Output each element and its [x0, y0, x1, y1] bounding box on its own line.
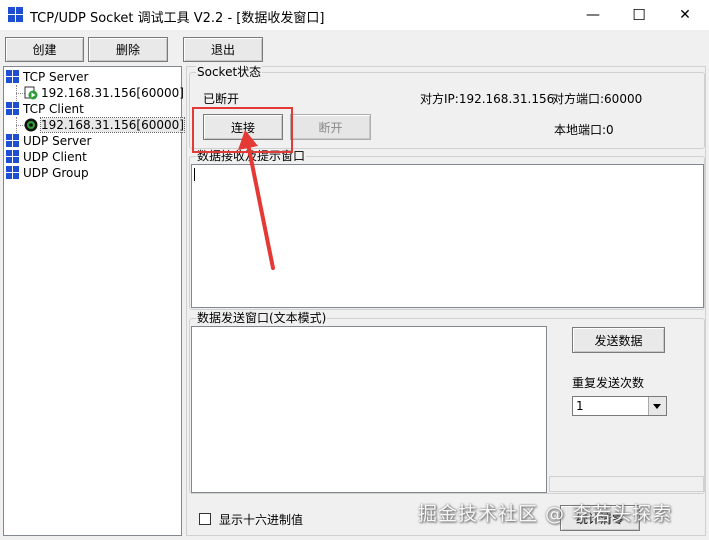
tree-item-tcp-server[interactable]: TCP Server	[6, 69, 88, 85]
server-connection-icon	[24, 86, 38, 100]
tree-item-client-connection[interactable]: 192.168.31.156[60000]	[24, 117, 185, 133]
window-title: TCP/UDP Socket 调试工具 V2.2 - [数据收发窗口]	[30, 11, 325, 26]
hex-display-checkbox[interactable]	[199, 513, 211, 525]
local-port: 本地端口:0	[554, 123, 614, 137]
send-textarea[interactable]	[191, 326, 547, 493]
tree-item-server-connection[interactable]: 192.168.31.156[60000]	[24, 85, 184, 101]
tree-item-tcp-client[interactable]: TCP Client	[6, 101, 84, 117]
udp-group-icon	[6, 166, 20, 180]
connection-tree[interactable]: TCP Server 192.168.31.156[60000] TCP Cli…	[3, 66, 185, 536]
socket-status-label: Socket状态	[196, 65, 263, 79]
tree-item-udp-server[interactable]: UDP Server	[6, 133, 91, 149]
hex-display-label: 显示十六进制值	[219, 513, 304, 527]
delete-button[interactable]: 删除	[88, 37, 168, 62]
tcp-server-icon	[6, 70, 20, 84]
tree-item-label: 192.168.31.156[60000]	[41, 86, 184, 100]
disconnect-button[interactable]: 断开	[290, 114, 371, 140]
exit-button[interactable]: 退出	[183, 37, 263, 62]
title-bar: TCP/UDP Socket 调试工具 V2.2 - [数据收发窗口] — ☐ …	[0, 0, 709, 30]
connection-state: 已断开	[203, 92, 240, 106]
send-data-button[interactable]: 发送数据	[572, 327, 665, 353]
app-icon	[8, 7, 24, 23]
tree-item-label: UDP Client	[23, 150, 87, 164]
minimize-button[interactable]: —	[570, 0, 616, 30]
udp-client-icon	[6, 150, 20, 164]
tree-item-label: 192.168.31.156[60000]	[40, 117, 185, 133]
tree-item-label: TCP Server	[23, 70, 89, 84]
repeat-count-label: 重复发送次数	[572, 376, 645, 390]
tree-item-label: UDP Server	[23, 134, 92, 148]
tree-item-label: TCP Client	[23, 102, 84, 116]
text-cursor	[194, 168, 195, 181]
repeat-count-select[interactable]: 1	[572, 396, 667, 416]
tree-item-udp-client[interactable]: UDP Client	[6, 149, 87, 165]
send-group-label: 数据发送窗口(文本模式)	[196, 311, 328, 325]
udp-server-icon	[6, 134, 20, 148]
repeat-count-value: 1	[576, 399, 584, 413]
watermark-text: 掘金技术社区 @ 李若头探索	[418, 503, 673, 525]
remote-port: 对方端口:60000	[552, 92, 643, 106]
maximize-button[interactable]: ☐	[616, 0, 662, 30]
close-button[interactable]: ✕	[662, 0, 708, 30]
red-arrow-annotation	[238, 130, 275, 270]
tree-item-label: UDP Group	[23, 166, 89, 180]
remote-ip: 对方IP:192.168.31.156	[420, 92, 555, 106]
create-button[interactable]: 创建	[5, 37, 84, 62]
tree-item-udp-group[interactable]: UDP Group	[6, 165, 89, 181]
tcp-client-icon	[6, 102, 20, 116]
client-connection-icon	[24, 118, 38, 132]
chevron-down-icon	[648, 397, 666, 415]
status-field	[549, 476, 704, 492]
